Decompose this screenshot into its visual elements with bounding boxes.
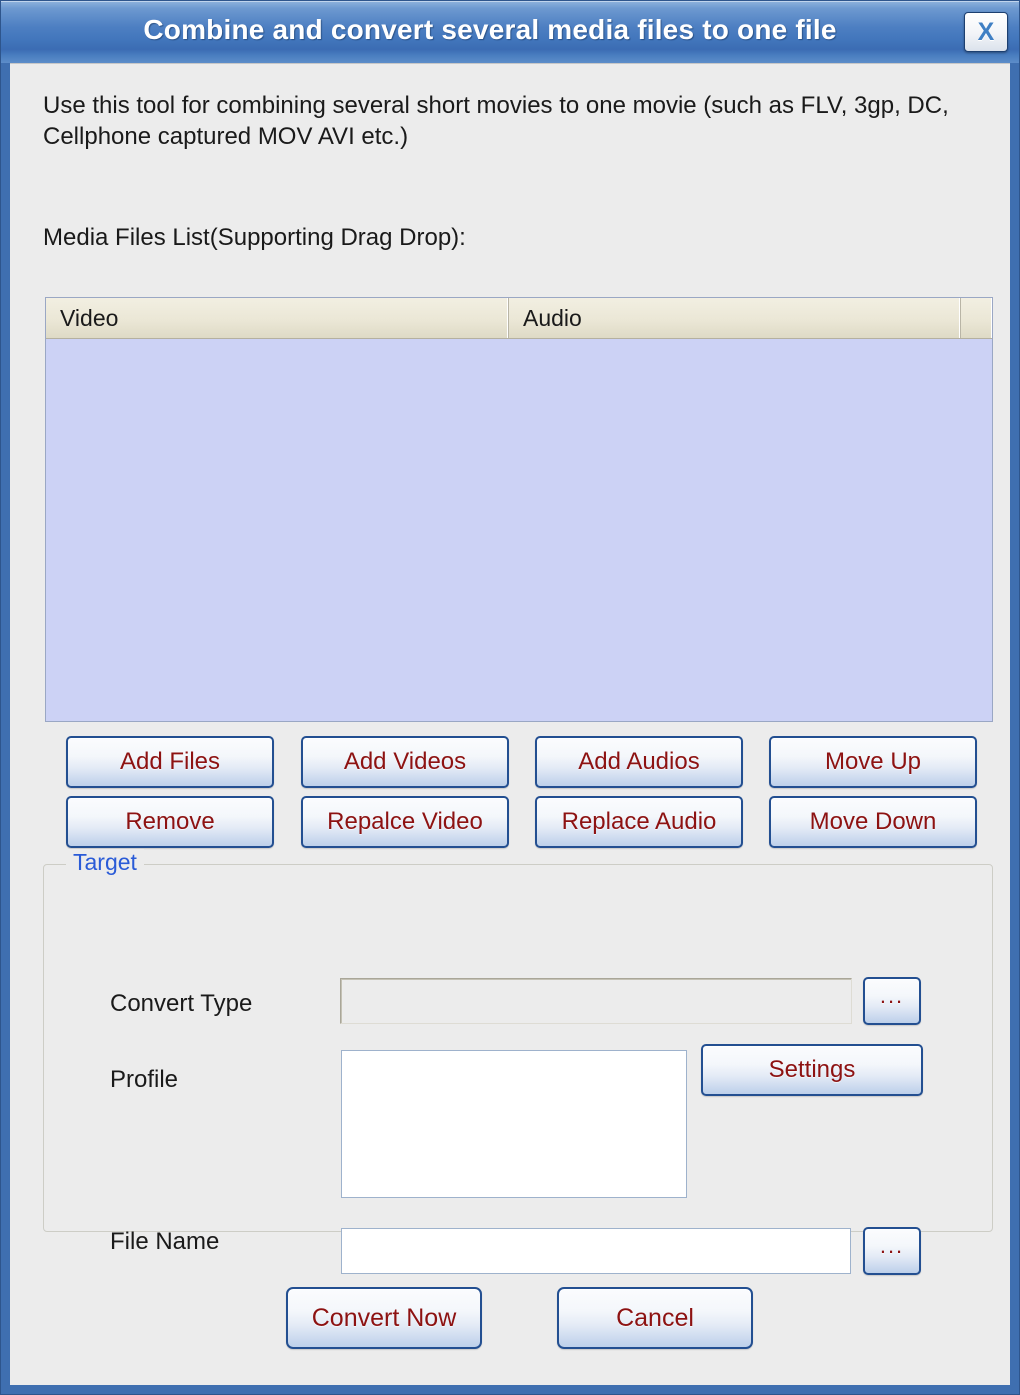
dialog-client-area: Use this tool for combining several shor… (10, 63, 1010, 1385)
media-list-body[interactable] (46, 339, 992, 721)
target-group-title: Target (66, 849, 144, 876)
intro-text: Use this tool for combining several shor… (43, 92, 949, 150)
file-name-browse-button[interactable]: ... (863, 1227, 921, 1275)
media-list-label: Media Files List(Supporting Drag Drop): (43, 224, 466, 251)
title-bar: Combine and convert several media files … (1, 1, 1019, 63)
column-header-extra[interactable] (961, 298, 992, 338)
settings-button[interactable]: Settings (701, 1044, 923, 1096)
add-files-button[interactable]: Add Files (66, 736, 274, 788)
add-audios-button[interactable]: Add Audios (535, 736, 743, 788)
column-header-audio[interactable]: Audio (509, 298, 961, 338)
profile-list[interactable] (341, 1050, 687, 1198)
media-list-header: Video Audio (46, 298, 992, 339)
convert-now-button[interactable]: Convert Now (286, 1287, 482, 1349)
column-header-video[interactable]: Video (46, 298, 509, 338)
move-up-button[interactable]: Move Up (769, 736, 977, 788)
profile-label: Profile (110, 1066, 179, 1093)
convert-type-browse-button[interactable]: ... (863, 977, 921, 1025)
dialog-window: Combine and convert several media files … (0, 0, 1020, 1395)
cancel-button[interactable]: Cancel (557, 1287, 753, 1349)
media-files-list[interactable]: Video Audio (45, 297, 993, 722)
move-down-button[interactable]: Move Down (769, 796, 977, 848)
convert-type-field[interactable] (340, 978, 852, 1024)
replace-video-button[interactable]: Repalce Video (301, 796, 509, 848)
window-title: Combine and convert several media files … (143, 14, 837, 45)
remove-button[interactable]: Remove (66, 796, 274, 848)
close-icon[interactable]: X (964, 12, 1008, 52)
file-name-input[interactable] (341, 1228, 851, 1274)
replace-audio-button[interactable]: Replace Audio (535, 796, 743, 848)
add-videos-button[interactable]: Add Videos (301, 736, 509, 788)
convert-type-label: Convert Type (110, 990, 253, 1017)
file-name-label: File Name (110, 1228, 220, 1255)
